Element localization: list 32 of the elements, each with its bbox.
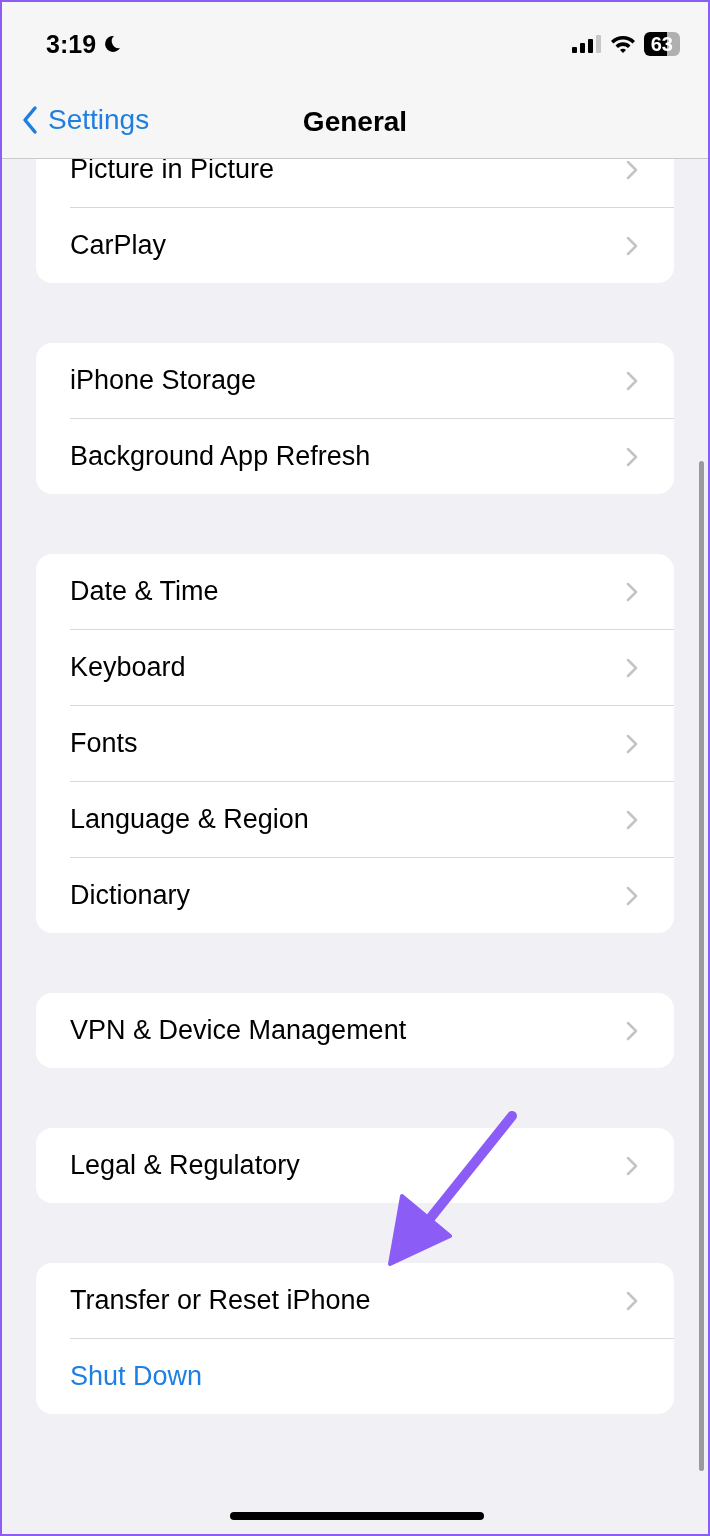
chevron-icon bbox=[626, 1290, 638, 1311]
back-button[interactable]: Settings bbox=[22, 104, 150, 136]
chevron-icon bbox=[626, 657, 638, 678]
wifi-icon bbox=[609, 34, 636, 54]
settings-row[interactable]: Transfer or Reset iPhone bbox=[70, 1263, 674, 1339]
signal-icon bbox=[571, 34, 602, 54]
chevron-icon bbox=[626, 885, 638, 906]
chevron-icon bbox=[626, 370, 638, 391]
settings-row[interactable]: VPN & Device Management bbox=[70, 993, 674, 1068]
status-time: 3:19 bbox=[46, 29, 97, 59]
settings-row[interactable]: Language & Region bbox=[70, 782, 674, 858]
chevron-icon bbox=[626, 1155, 638, 1176]
chevron-icon bbox=[626, 581, 638, 602]
back-chevron-icon bbox=[22, 105, 38, 135]
moon-icon bbox=[102, 34, 123, 54]
settings-row[interactable]: Dictionary bbox=[70, 858, 674, 933]
nav-title: General bbox=[302, 106, 408, 138]
settings-row[interactable]: Fonts bbox=[70, 706, 674, 782]
settings-row[interactable]: iPhone Storage bbox=[70, 343, 674, 419]
settings-row[interactable]: Background App Refresh bbox=[70, 419, 674, 494]
chevron-icon bbox=[626, 733, 638, 754]
chevron-icon bbox=[626, 159, 638, 180]
settings-row[interactable]: Date & Time bbox=[70, 554, 674, 630]
settings-row[interactable]: Keyboard bbox=[70, 630, 674, 706]
chevron-icon bbox=[626, 809, 638, 830]
chevron-icon bbox=[626, 446, 638, 467]
chevron-icon bbox=[626, 235, 638, 256]
chevron-icon bbox=[626, 1020, 638, 1041]
settings-row[interactable]: CarPlay bbox=[70, 208, 674, 283]
settings-row[interactable]: Legal & Regulatory bbox=[70, 1128, 674, 1203]
action-row[interactable]: Shut Down bbox=[70, 1339, 674, 1414]
settings-row[interactable]: Picture in Picture bbox=[70, 159, 674, 208]
